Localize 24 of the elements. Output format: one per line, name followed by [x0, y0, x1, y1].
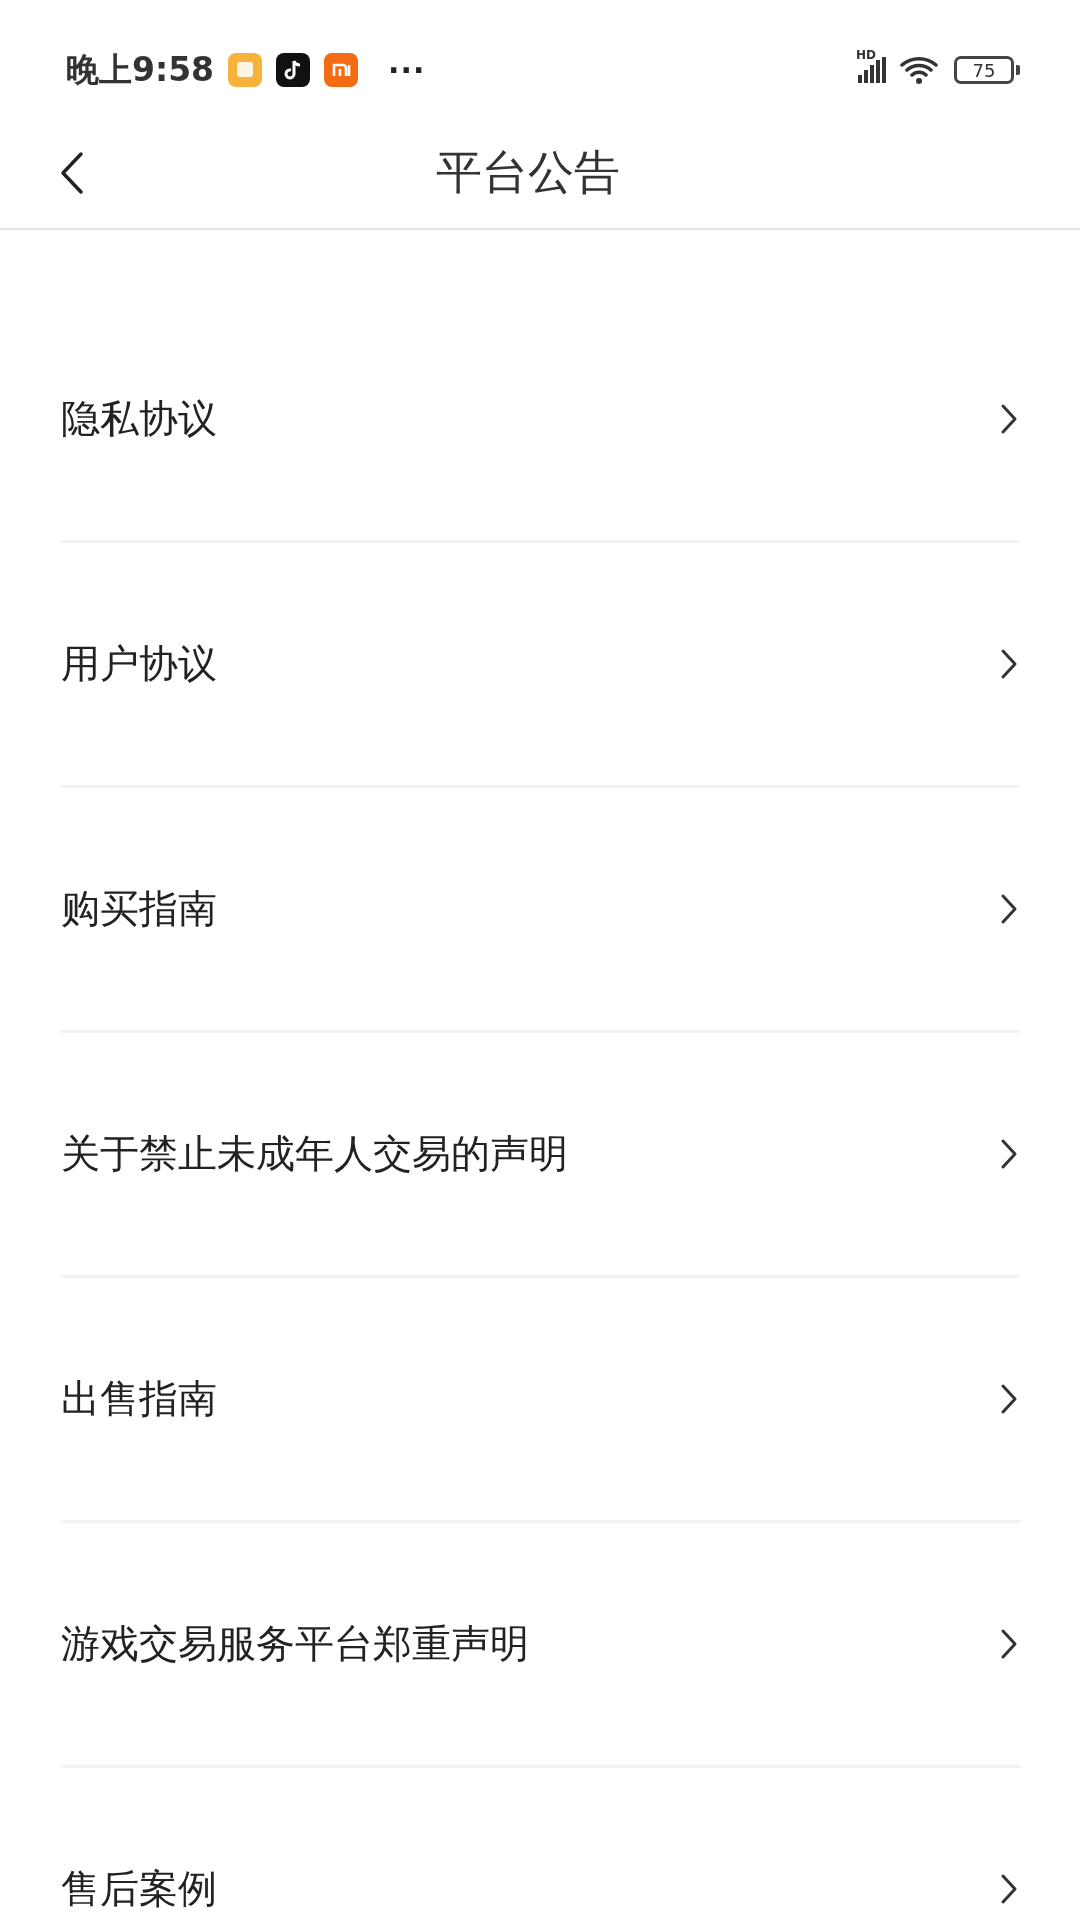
chevron-right-icon — [1000, 403, 1018, 435]
list-item[interactable]: 售后案例 — [61, 1768, 1020, 1920]
chevron-right-icon — [1000, 1628, 1018, 1660]
chevron-right-icon — [1000, 648, 1018, 680]
music-note-icon — [276, 53, 311, 87]
chevron-right-icon — [1000, 1873, 1018, 1905]
list-item[interactable]: 出售指南 — [61, 1278, 1020, 1523]
app-logo-icon — [324, 53, 359, 87]
chevron-right-icon — [1000, 1383, 1018, 1415]
list-item[interactable]: 关于禁止未成年人交易的声明 — [61, 1033, 1020, 1278]
status-time: 晚上9:58 — [66, 48, 215, 91]
notes-app-icon — [228, 53, 263, 87]
page-title: 平台公告 — [435, 144, 621, 201]
list-item[interactable]: 游戏交易服务平台郑重声明 — [61, 1523, 1020, 1768]
chevron-right-icon — [1000, 1138, 1018, 1170]
list-item[interactable]: 购买指南 — [61, 788, 1020, 1033]
network-type: HD — [856, 49, 876, 61]
battery-level: 75 — [972, 59, 996, 81]
wifi-icon — [900, 55, 940, 85]
notification-more: ··· — [388, 52, 426, 88]
list-item[interactable]: 隐私协议 — [61, 298, 1020, 543]
list-item[interactable]: 用户协议 — [61, 543, 1020, 788]
chevron-right-icon — [1000, 893, 1018, 925]
signal-icon — [858, 57, 886, 83]
